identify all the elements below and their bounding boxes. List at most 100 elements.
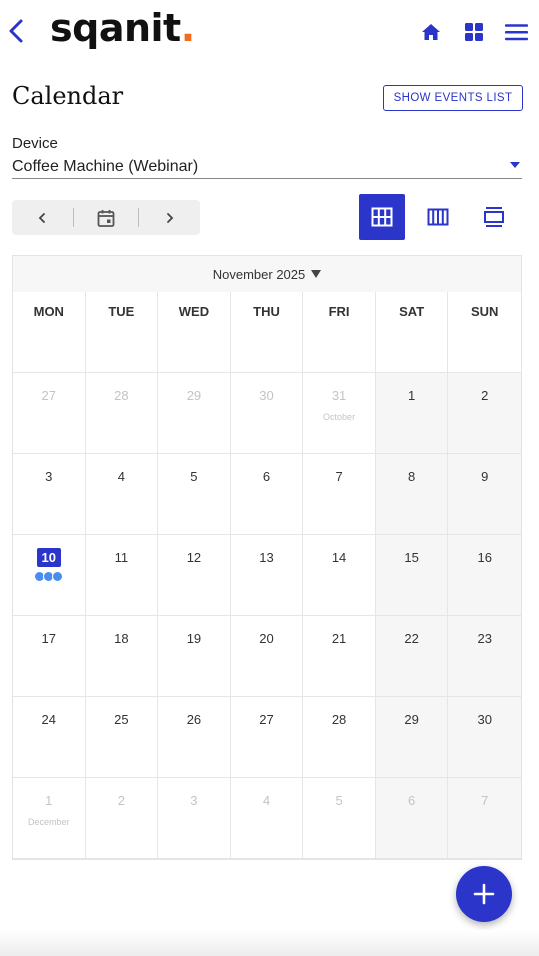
month-selector[interactable]: November 2025	[13, 256, 521, 292]
add-event-button[interactable]	[456, 866, 512, 922]
day-cell[interactable]: 29	[375, 697, 449, 778]
day-cell[interactable]: 27	[230, 697, 304, 778]
today-button[interactable]	[76, 200, 136, 235]
logo-text: sqanit	[50, 6, 181, 50]
next-button[interactable]	[140, 200, 200, 235]
day-number: 27	[41, 388, 57, 403]
day-cell[interactable]: 28	[303, 697, 376, 778]
previous-button[interactable]	[12, 200, 72, 235]
day-cell[interactable]: 21	[303, 616, 376, 697]
weekday-header: THU	[230, 292, 304, 373]
month-name-label: October	[323, 412, 356, 422]
day-number: 5	[335, 793, 343, 808]
logo: sqanit.	[50, 6, 195, 50]
day-number: 19	[186, 631, 202, 646]
hamburger-menu-icon[interactable]	[504, 19, 529, 44]
weekday-header: SUN	[448, 292, 521, 373]
day-number: 28	[331, 712, 347, 727]
day-number: 29	[186, 388, 202, 403]
day-number: 22	[404, 631, 419, 646]
day-cell[interactable]: 20	[230, 616, 304, 697]
day-number: 1	[45, 793, 53, 808]
day-cell[interactable]: 8	[375, 454, 449, 535]
day-cell[interactable]: 24	[13, 697, 86, 778]
day-cell[interactable]: 5	[303, 778, 376, 859]
day-cell[interactable]: 13	[230, 535, 304, 616]
day-cell[interactable]: 4	[230, 778, 304, 859]
week-view-button[interactable]	[415, 194, 461, 240]
device-select[interactable]: Coffee Machine (Webinar)	[12, 156, 522, 179]
day-cell[interactable]: 9	[448, 454, 521, 535]
top-bar: sqanit.	[0, 0, 539, 64]
day-cell[interactable]: 30	[230, 373, 304, 454]
day-number: 18	[114, 631, 129, 646]
day-number: 14	[331, 550, 347, 565]
day-number: 4	[117, 469, 125, 484]
chevron-left-icon	[38, 212, 45, 223]
day-number: 5	[190, 469, 198, 484]
day-cell[interactable]: 14	[303, 535, 376, 616]
day-cell[interactable]: 12	[158, 535, 231, 616]
day-cell[interactable]: 30	[448, 697, 521, 778]
weekday-header: WED	[158, 292, 231, 373]
day-cell[interactable]: 6	[375, 778, 449, 859]
day-cell[interactable]: 1 December	[13, 778, 86, 859]
day-cell[interactable]: 28	[85, 373, 159, 454]
day-number: 2	[117, 793, 125, 808]
device-label: Device	[12, 135, 58, 152]
month-view-button[interactable]	[359, 194, 405, 240]
day-cell[interactable]: 25	[85, 697, 159, 778]
day-cell[interactable]: 26	[158, 697, 231, 778]
calendar-month: November 2025 MON TUE WED THU FRI SAT SUN 27 28 2…	[12, 255, 522, 860]
day-cell[interactable]: 1	[375, 373, 449, 454]
day-cell[interactable]: 7	[448, 778, 521, 859]
day-number: 26	[186, 712, 202, 727]
day-number: 24	[41, 712, 57, 727]
weekday-header: TUE	[85, 292, 159, 373]
day-cell[interactable]: 22	[375, 616, 449, 697]
day-cell[interactable]: 10	[13, 535, 86, 616]
event-indicators[interactable]	[13, 571, 85, 582]
day-number: 3	[190, 793, 198, 808]
day-number: 1	[408, 388, 416, 403]
show-events-list-button[interactable]: SHOW EVENTS LIST	[383, 85, 523, 111]
date-navigation	[12, 200, 200, 235]
day-cell[interactable]: 17	[13, 616, 86, 697]
calendar-event-icon	[97, 209, 115, 227]
event-dot	[52, 571, 64, 582]
back-arrow-icon[interactable]	[6, 16, 30, 46]
month-name-label: December	[28, 817, 70, 827]
day-number: 16	[477, 550, 492, 565]
day-cell[interactable]: 3	[158, 778, 231, 859]
apps-grid-icon[interactable]	[461, 19, 486, 44]
day-cell[interactable]: 2	[85, 778, 159, 859]
day-cell[interactable]: 6	[230, 454, 304, 535]
day-cell[interactable]: 27	[13, 373, 86, 454]
columns-view-icon	[427, 208, 449, 226]
day-cell[interactable]: 3	[13, 454, 86, 535]
day-cell[interactable]: 23	[448, 616, 521, 697]
day-number: 31	[331, 388, 347, 403]
day-number: 4	[262, 793, 271, 808]
day-cell[interactable]: 7	[303, 454, 376, 535]
day-cell[interactable]: 2	[448, 373, 521, 454]
plus-icon	[473, 883, 495, 905]
calendar-grid: MON TUE WED THU FRI SAT SUN 27 28 29 30 31 October 1 2…	[13, 292, 521, 859]
day-cell[interactable]: 19	[158, 616, 231, 697]
day-number: 25	[114, 712, 129, 727]
weekday-header: FRI	[303, 292, 376, 373]
device-select-value: Coffee Machine (Webinar)	[12, 158, 199, 175]
home-icon[interactable]	[418, 19, 443, 44]
day-number: 11	[114, 550, 129, 565]
day-cell[interactable]: 5	[158, 454, 231, 535]
day-view-button[interactable]	[471, 194, 517, 240]
day-cell[interactable]: 4	[85, 454, 159, 535]
day-cell[interactable]: 18	[85, 616, 159, 697]
day-number: 28	[114, 388, 129, 403]
day-cell[interactable]: 31 October	[303, 373, 376, 454]
day-cell[interactable]: 16	[448, 535, 521, 616]
day-cell[interactable]: 15	[375, 535, 449, 616]
today-date: 10	[36, 548, 62, 567]
day-cell[interactable]: 29	[158, 373, 231, 454]
day-cell[interactable]: 11	[85, 535, 159, 616]
